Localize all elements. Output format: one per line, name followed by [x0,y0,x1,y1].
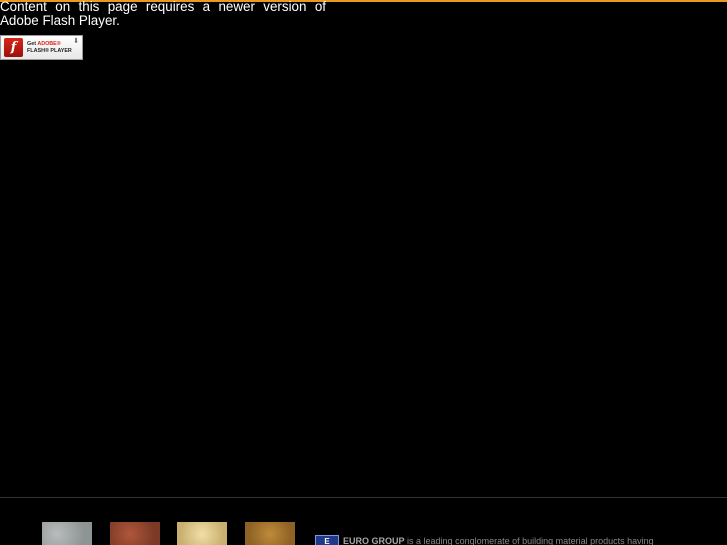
flash-required-message: Content on this page requires a newer ve… [0,0,326,28]
get-flash-player-button[interactable]: f Get ADOBE® FLASH® PLAYER ⬇ [0,35,83,60]
flash-player-name: FLASH® PLAYER [27,47,72,54]
company-intro: EURO GROUP is a leading conglomerate of … [343,536,693,545]
grey-stone-swatch[interactable] [42,522,92,545]
company-name: EURO GROUP [343,536,405,545]
footer-divider [0,497,727,498]
cream-stone-swatch[interactable] [177,522,227,545]
company-intro-text: is a leading conglomerate of building ma… [407,536,654,545]
get-flash-player-label: Get ADOBE® FLASH® PLAYER [27,41,72,55]
gold-stone-swatch[interactable] [245,522,295,545]
adobe-brand-label: ADOBE® [37,40,61,47]
download-arrow-icon: ⬇ [73,38,79,45]
euro-group-logo: E [315,535,339,545]
flash-player-icon: f [4,38,23,57]
red-stone-swatch[interactable] [110,522,160,545]
get-label: Get [27,40,36,47]
page: Content on this page requires a newer ve… [0,0,727,545]
